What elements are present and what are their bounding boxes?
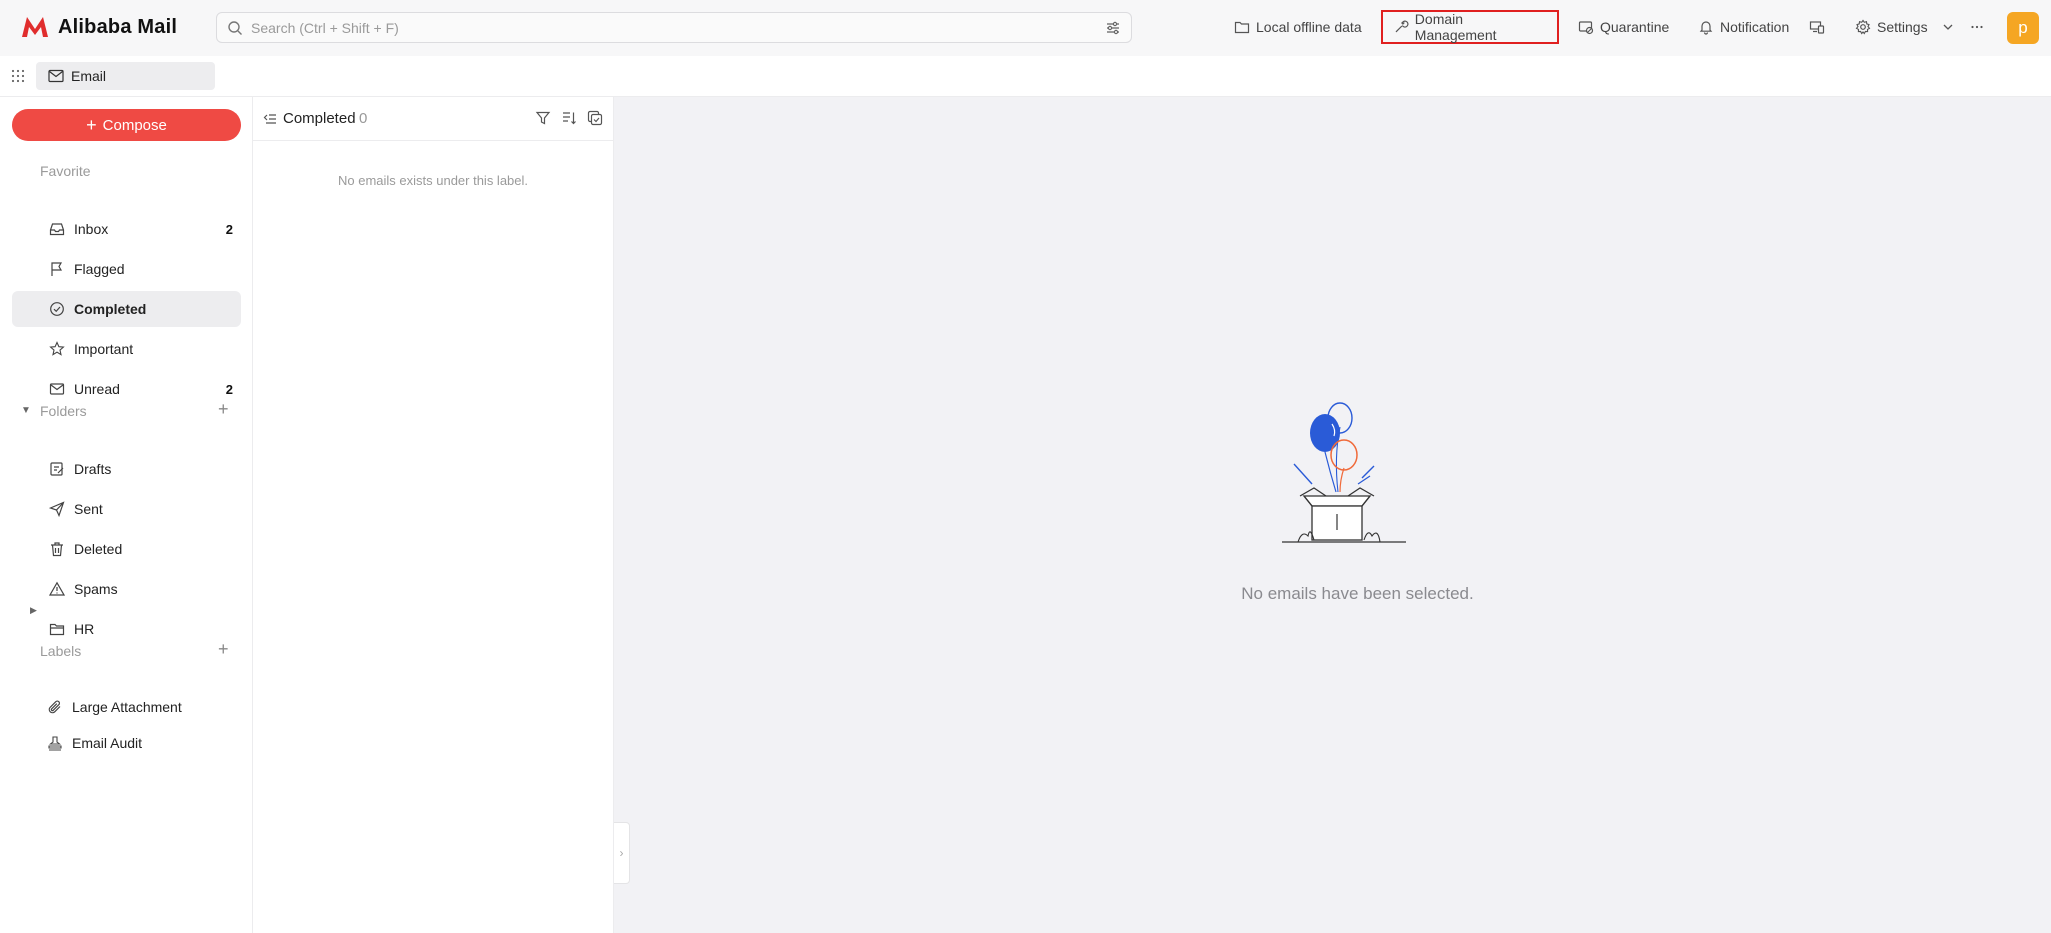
message-list-header: Completed 0 [253, 97, 613, 141]
favorite-section-header: Favorite [40, 163, 91, 179]
sidebar-item-important[interactable]: Important [12, 331, 241, 367]
check-circle-icon [48, 300, 66, 318]
sidebar-item-sent[interactable]: Sent [12, 491, 241, 527]
chevron-right-icon: › [619, 846, 624, 860]
unread-count-badge: 2 [225, 381, 233, 397]
top-bar: Alibaba Mail Local offline data Domain M… [0, 0, 2051, 56]
sidebar-item-label: Email Audit [72, 735, 143, 751]
draft-edit-icon [48, 460, 66, 478]
list-count: 0 [359, 110, 368, 127]
domain-management-button[interactable]: Domain Management [1381, 10, 1559, 44]
app-name: Alibaba Mail [58, 15, 178, 38]
sidebar-item-deleted[interactable]: Deleted [12, 531, 241, 567]
warning-icon [48, 580, 66, 598]
labels-section-header: Labels [40, 643, 82, 659]
reading-pane: › No emails have been selected. [614, 97, 2051, 933]
app-logo[interactable]: Alibaba Mail [20, 15, 177, 39]
sidebar-item-drafts[interactable]: Drafts [12, 451, 241, 487]
list-toolbar [535, 110, 603, 126]
tab-email-label: Email [71, 68, 107, 84]
more-options-button[interactable] [1965, 10, 1989, 44]
sidebar-item-label: Flagged [74, 261, 125, 277]
search-box[interactable] [216, 12, 1132, 43]
add-folder-icon[interactable]: + [218, 399, 229, 420]
sidebar-item-label: Deleted [74, 541, 123, 557]
sidebar-item-label: Important [74, 341, 134, 357]
sidebar-item-label: Spams [74, 581, 118, 597]
add-label-icon[interactable]: + [218, 639, 229, 660]
app-grid-icon[interactable] [11, 69, 25, 83]
folders-section-header: Folders [40, 403, 87, 419]
list-title: Completed [283, 110, 356, 127]
more-horizontal-icon [1971, 25, 1983, 29]
trash-icon [48, 540, 66, 558]
send-icon [48, 500, 66, 518]
sidebar-item-label: Large Attachment [72, 699, 182, 715]
local-offline-data-button[interactable]: Local offline data [1224, 10, 1372, 44]
quarantine-button[interactable]: Quarantine [1568, 10, 1679, 44]
sidebar-item-label: HR [74, 621, 95, 637]
devices-icon [1809, 21, 1825, 34]
domain-management-label: Domain Management [1414, 11, 1497, 43]
envelope-icon [48, 69, 64, 83]
search-icon [228, 21, 242, 35]
notification-label: Notification [1720, 19, 1790, 35]
paperclip-icon [46, 698, 64, 716]
list-toggle-icon[interactable] [263, 112, 277, 126]
empty-box-balloons-illustration [1282, 402, 1406, 543]
compose-label: Compose [102, 116, 167, 134]
sidebar-item-label: Completed [74, 301, 147, 317]
sidebar-item-unread[interactable]: Unread 2 [12, 371, 241, 407]
settings-button[interactable]: Settings [1845, 10, 1938, 44]
sidebar-item-inbox[interactable]: Inbox 2 [12, 211, 241, 247]
module-tab-bar: Email [0, 56, 2051, 97]
search-input[interactable] [251, 14, 1071, 41]
settings-dropdown-button[interactable] [1937, 10, 1959, 44]
sidebar-item-completed[interactable]: Completed [12, 291, 241, 327]
folder-icon [1234, 21, 1250, 34]
device-switch-button[interactable] [1803, 10, 1831, 44]
tab-email[interactable]: Email [36, 62, 215, 90]
chevron-down-icon [1943, 24, 1953, 30]
compose-button[interactable]: + Compose [12, 109, 241, 141]
local-offline-data-label: Local offline data [1256, 19, 1362, 35]
bell-icon [1699, 21, 1713, 35]
folders-collapse-caret-icon[interactable]: ▼ [21, 405, 31, 416]
star-icon [48, 340, 66, 358]
user-avatar[interactable]: p [2007, 12, 2039, 44]
sidebar-item-large-attachment[interactable]: Large Attachment [12, 689, 241, 725]
sidebar-item-email-audit[interactable]: Email Audit [12, 725, 241, 761]
plus-icon: + [86, 115, 97, 135]
no-selection-message: No emails have been selected. [1241, 584, 1474, 603]
sidebar-item-label: Unread [74, 381, 120, 397]
quarantine-icon [1578, 21, 1594, 35]
sidebar: + Compose Favorite Inbox 2 Flagged Compl… [0, 97, 253, 933]
pane-collapse-handle[interactable]: › [614, 822, 630, 884]
sidebar-item-label: Inbox [74, 221, 109, 237]
quarantine-label: Quarantine [1600, 19, 1670, 35]
unread-count-badge: 2 [225, 221, 233, 237]
message-list-pane: Completed 0 No emails exists under this … [253, 97, 614, 933]
search-options-icon[interactable] [1105, 20, 1121, 36]
envelope-icon [48, 380, 66, 398]
alibaba-mail-logo-icon [22, 17, 48, 37]
multi-select-icon[interactable] [587, 110, 603, 126]
sidebar-item-spams[interactable]: Spams [12, 571, 241, 607]
notification-button[interactable]: Notification [1688, 10, 1799, 44]
sidebar-item-flagged[interactable]: Flagged [12, 251, 241, 287]
sidebar-item-label: Drafts [74, 461, 112, 477]
settings-label: Settings [1877, 19, 1928, 35]
stamp-icon [46, 734, 64, 752]
sort-icon[interactable] [561, 110, 577, 126]
sidebar-item-hr[interactable]: HR [12, 611, 241, 647]
gear-icon [1855, 19, 1871, 35]
flag-icon [48, 260, 66, 278]
folder-icon [48, 620, 66, 638]
sidebar-item-label: Sent [74, 501, 103, 517]
filter-icon[interactable] [535, 110, 551, 126]
inbox-icon [48, 220, 66, 238]
wrench-icon [1395, 20, 1409, 33]
empty-list-message: No emails exists under this label. [337, 173, 529, 188]
